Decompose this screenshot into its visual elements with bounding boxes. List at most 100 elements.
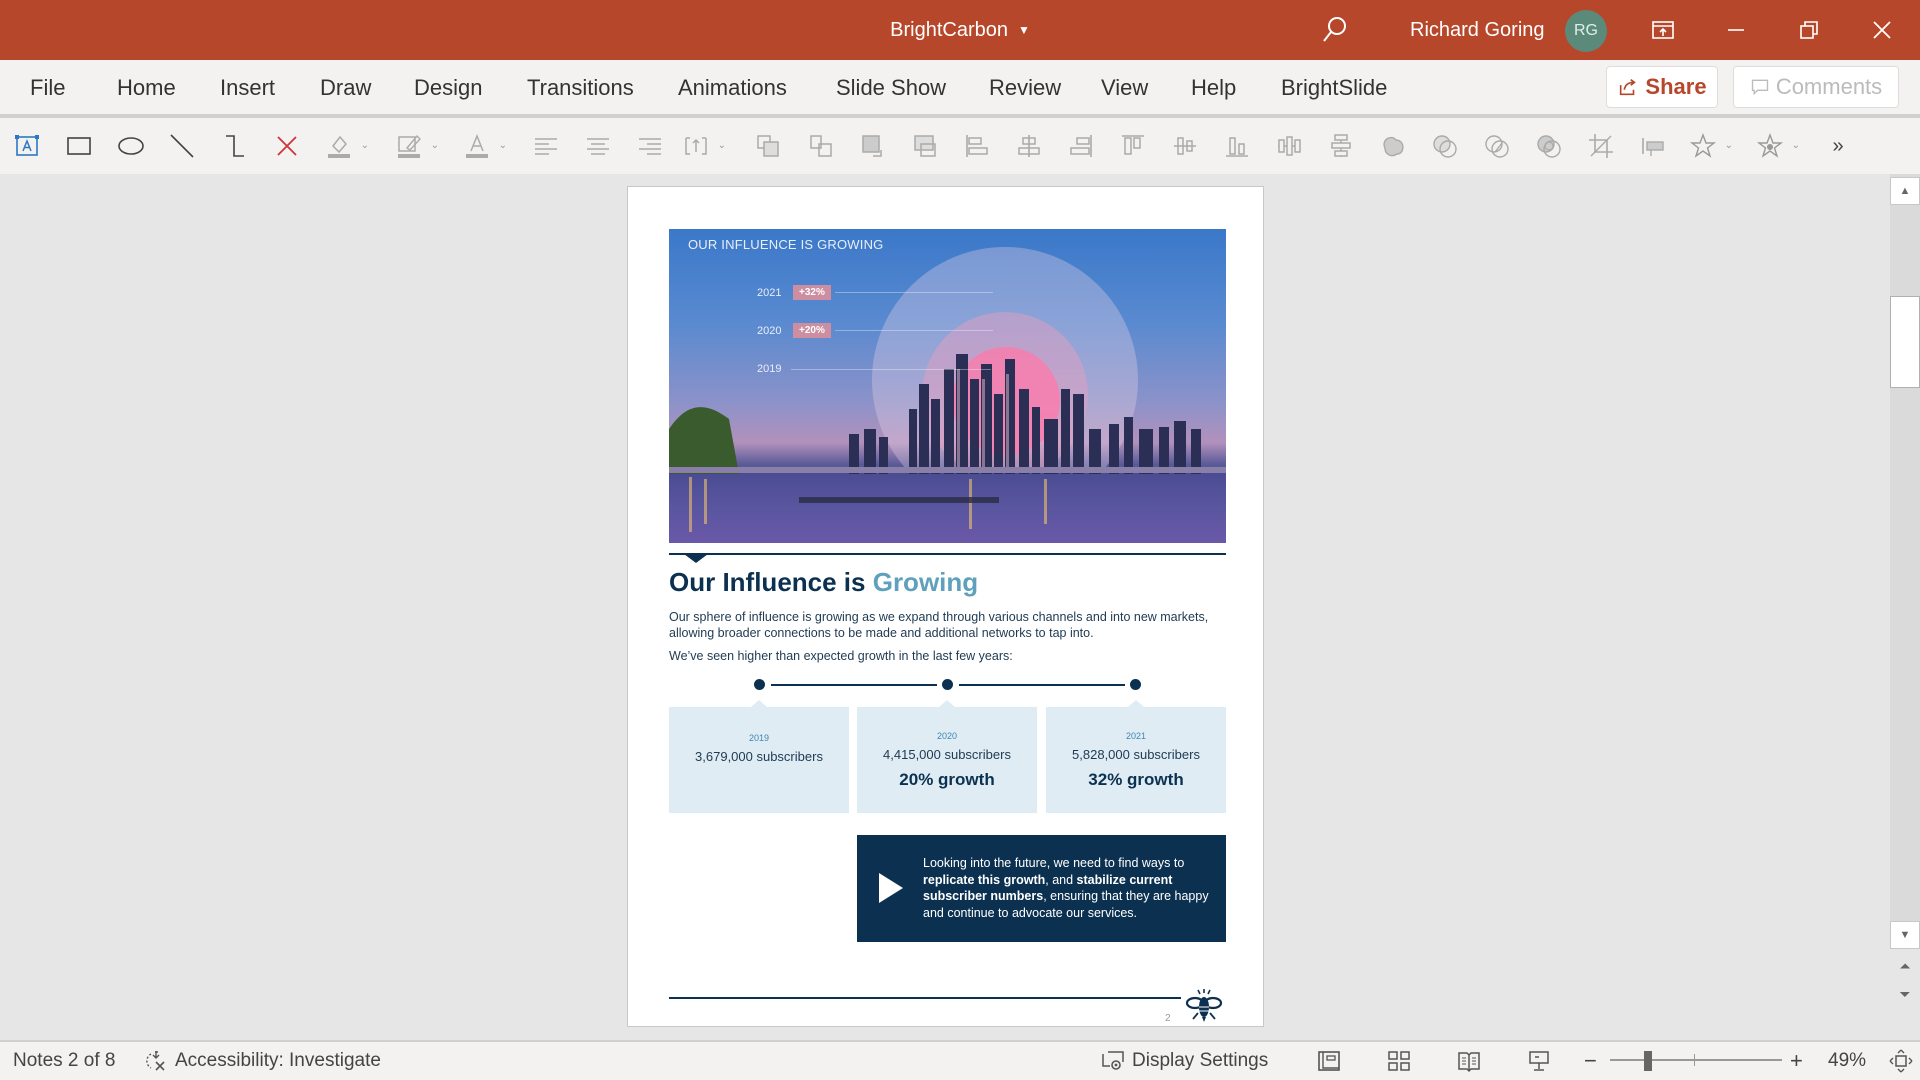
avatar[interactable]: RG — [1565, 10, 1607, 52]
tab-transitions[interactable]: Transitions — [527, 60, 634, 116]
intro-paragraph[interactable]: Our sphere of influence is growing as we… — [669, 609, 1229, 641]
zoom-in-button[interactable]: + — [1790, 1042, 1803, 1080]
text-direction-icon[interactable]: ⌄ — [680, 130, 726, 162]
send-to-back-icon[interactable] — [909, 130, 941, 162]
oval-icon[interactable] — [115, 130, 147, 162]
fit-to-window-icon[interactable] — [1888, 1042, 1914, 1080]
distribute-vertical-icon[interactable] — [1325, 130, 1357, 162]
scroll-track[interactable] — [1890, 174, 1920, 944]
minimize-icon[interactable] — [1706, 0, 1766, 60]
tab-brightslide[interactable]: BrightSlide — [1281, 60, 1387, 116]
hero-row-2020: 2020 +20% — [757, 323, 993, 338]
merge-fragment-icon[interactable] — [1481, 130, 1513, 162]
tab-design[interactable]: Design — [414, 60, 482, 116]
growth-intro-text[interactable]: We’ve seen higher than expected growth i… — [669, 649, 1013, 663]
scroll-thumb[interactable] — [1890, 296, 1920, 388]
align-objects-middle-icon[interactable] — [1169, 130, 1201, 162]
slide-heading[interactable]: Our Influence is Growing — [669, 567, 978, 598]
align-objects-top-icon[interactable] — [1117, 130, 1149, 162]
hero-row-2021: 2021 +32% — [757, 285, 993, 300]
vertical-scrollbar[interactable]: ▲ ▼ ⏶ ⏷ — [1890, 174, 1920, 1040]
delete-icon[interactable] — [271, 130, 303, 162]
share-icon — [1620, 79, 1637, 96]
zoom-slider-thumb[interactable] — [1644, 1051, 1652, 1071]
distribute-horizontal-icon[interactable] — [1273, 130, 1305, 162]
hero-row-2019: 2019 — [757, 363, 991, 375]
scroll-up-button[interactable]: ▲ — [1890, 177, 1920, 205]
align-right-icon[interactable] — [634, 130, 666, 162]
tab-animations[interactable]: Animations — [678, 60, 787, 116]
merge-union-icon[interactable] — [1377, 130, 1409, 162]
next-page-button[interactable]: ⏷ — [1890, 982, 1920, 1006]
shape-outline-icon[interactable]: ⌄ — [393, 130, 439, 162]
align-objects-right-icon[interactable] — [1065, 130, 1097, 162]
slide-sorter-icon[interactable] — [1386, 1042, 1412, 1080]
close-icon[interactable] — [1852, 0, 1912, 60]
slide-show-icon[interactable] — [1526, 1042, 1552, 1080]
elbow-connector-icon[interactable] — [218, 130, 250, 162]
page-number: 2 — [1165, 1013, 1171, 1024]
tab-help[interactable]: Help — [1191, 60, 1236, 116]
comment-icon — [1751, 79, 1768, 96]
stat-card-2019[interactable]: 2019 3,679,000 subscribers — [669, 700, 849, 813]
tab-home[interactable]: Home — [117, 60, 176, 116]
line-icon[interactable] — [166, 130, 198, 162]
align-center-icon[interactable] — [582, 130, 614, 162]
hero-image[interactable]: OUR INFLUENCE IS GROWING 2021 +32% 2020 … — [669, 229, 1226, 543]
shape-fill-icon[interactable]: ⌄ — [323, 130, 369, 162]
search-icon[interactable] — [1318, 14, 1350, 46]
bring-forward-icon[interactable] — [752, 130, 784, 162]
callout-box[interactable]: Looking into the future, we need to find… — [857, 835, 1226, 942]
tab-insert[interactable]: Insert — [220, 60, 275, 116]
tab-slide-show[interactable]: Slide Show — [836, 60, 946, 116]
tab-draw[interactable]: Draw — [320, 60, 371, 116]
user-name[interactable]: Richard Goring — [1410, 0, 1545, 60]
star-favorite-icon[interactable]: ⌄ — [1687, 130, 1733, 162]
document-title[interactable]: BrightCarbon ▼ — [0, 0, 1920, 60]
zoom-out-button[interactable]: − — [1584, 1042, 1597, 1080]
font-color-icon[interactable]: ⌄ — [461, 130, 507, 162]
display-settings-icon — [1102, 1051, 1124, 1070]
tab-file[interactable]: File — [30, 60, 65, 116]
bring-to-front-icon[interactable] — [857, 130, 889, 162]
timeline-line — [771, 684, 937, 686]
display-settings-button[interactable]: Display Settings — [1100, 1042, 1268, 1080]
text-box-icon[interactable] — [11, 130, 43, 162]
growth-badge: +32% — [793, 285, 831, 300]
ribbon-display-options-icon[interactable] — [1633, 0, 1693, 60]
send-backward-icon[interactable] — [805, 130, 837, 162]
align-objects-left-icon[interactable] — [961, 130, 993, 162]
normal-view-icon[interactable] — [1316, 1042, 1342, 1080]
timeline-dot — [942, 679, 953, 690]
tab-review[interactable]: Review — [989, 60, 1061, 116]
more-tools-icon[interactable]: » — [1822, 130, 1854, 162]
tab-view[interactable]: View — [1101, 60, 1148, 116]
zoom-slider[interactable] — [1610, 1059, 1782, 1061]
crop-icon[interactable] — [1585, 130, 1617, 162]
merge-combine-icon[interactable] — [1429, 130, 1461, 162]
previous-page-button[interactable]: ⏶ — [1890, 954, 1920, 978]
comments-button[interactable]: Comments — [1733, 66, 1899, 108]
zoom-level[interactable]: 49% — [1828, 1042, 1866, 1080]
align-objects-center-icon[interactable] — [1013, 130, 1045, 162]
size-position-icon[interactable] — [1637, 130, 1669, 162]
hero-title: OUR INFLUENCE IS GROWING — [688, 237, 884, 252]
callout-text: Looking into the future, we need to find… — [923, 856, 1209, 920]
merge-intersect-icon[interactable] — [1533, 130, 1565, 162]
reading-view-icon[interactable] — [1456, 1042, 1482, 1080]
share-button[interactable]: Share — [1606, 66, 1718, 108]
rectangle-icon[interactable] — [63, 130, 95, 162]
notes-page-indicator[interactable]: Notes 2 of 8 — [13, 1042, 115, 1080]
align-left-icon[interactable] — [530, 130, 562, 162]
notes-page[interactable]: OUR INFLUENCE IS GROWING 2021 +32% 2020 … — [627, 186, 1264, 1027]
stat-card-2021[interactable]: 2021 5,828,000 subscribers 32% growth — [1046, 700, 1226, 813]
scroll-down-button[interactable]: ▼ — [1890, 921, 1920, 949]
align-objects-bottom-icon[interactable] — [1221, 130, 1253, 162]
divider-notch — [684, 554, 708, 563]
stat-card-2020[interactable]: 2020 4,415,000 subscribers 20% growth — [857, 700, 1037, 813]
accessibility-checker[interactable]: Accessibility: Investigate — [143, 1042, 381, 1080]
city-skyline — [669, 354, 1226, 532]
chevron-down-icon: ▼ — [1017, 23, 1030, 37]
restore-icon[interactable] — [1779, 0, 1839, 60]
star-settings-icon[interactable]: ⌄ — [1754, 130, 1800, 162]
